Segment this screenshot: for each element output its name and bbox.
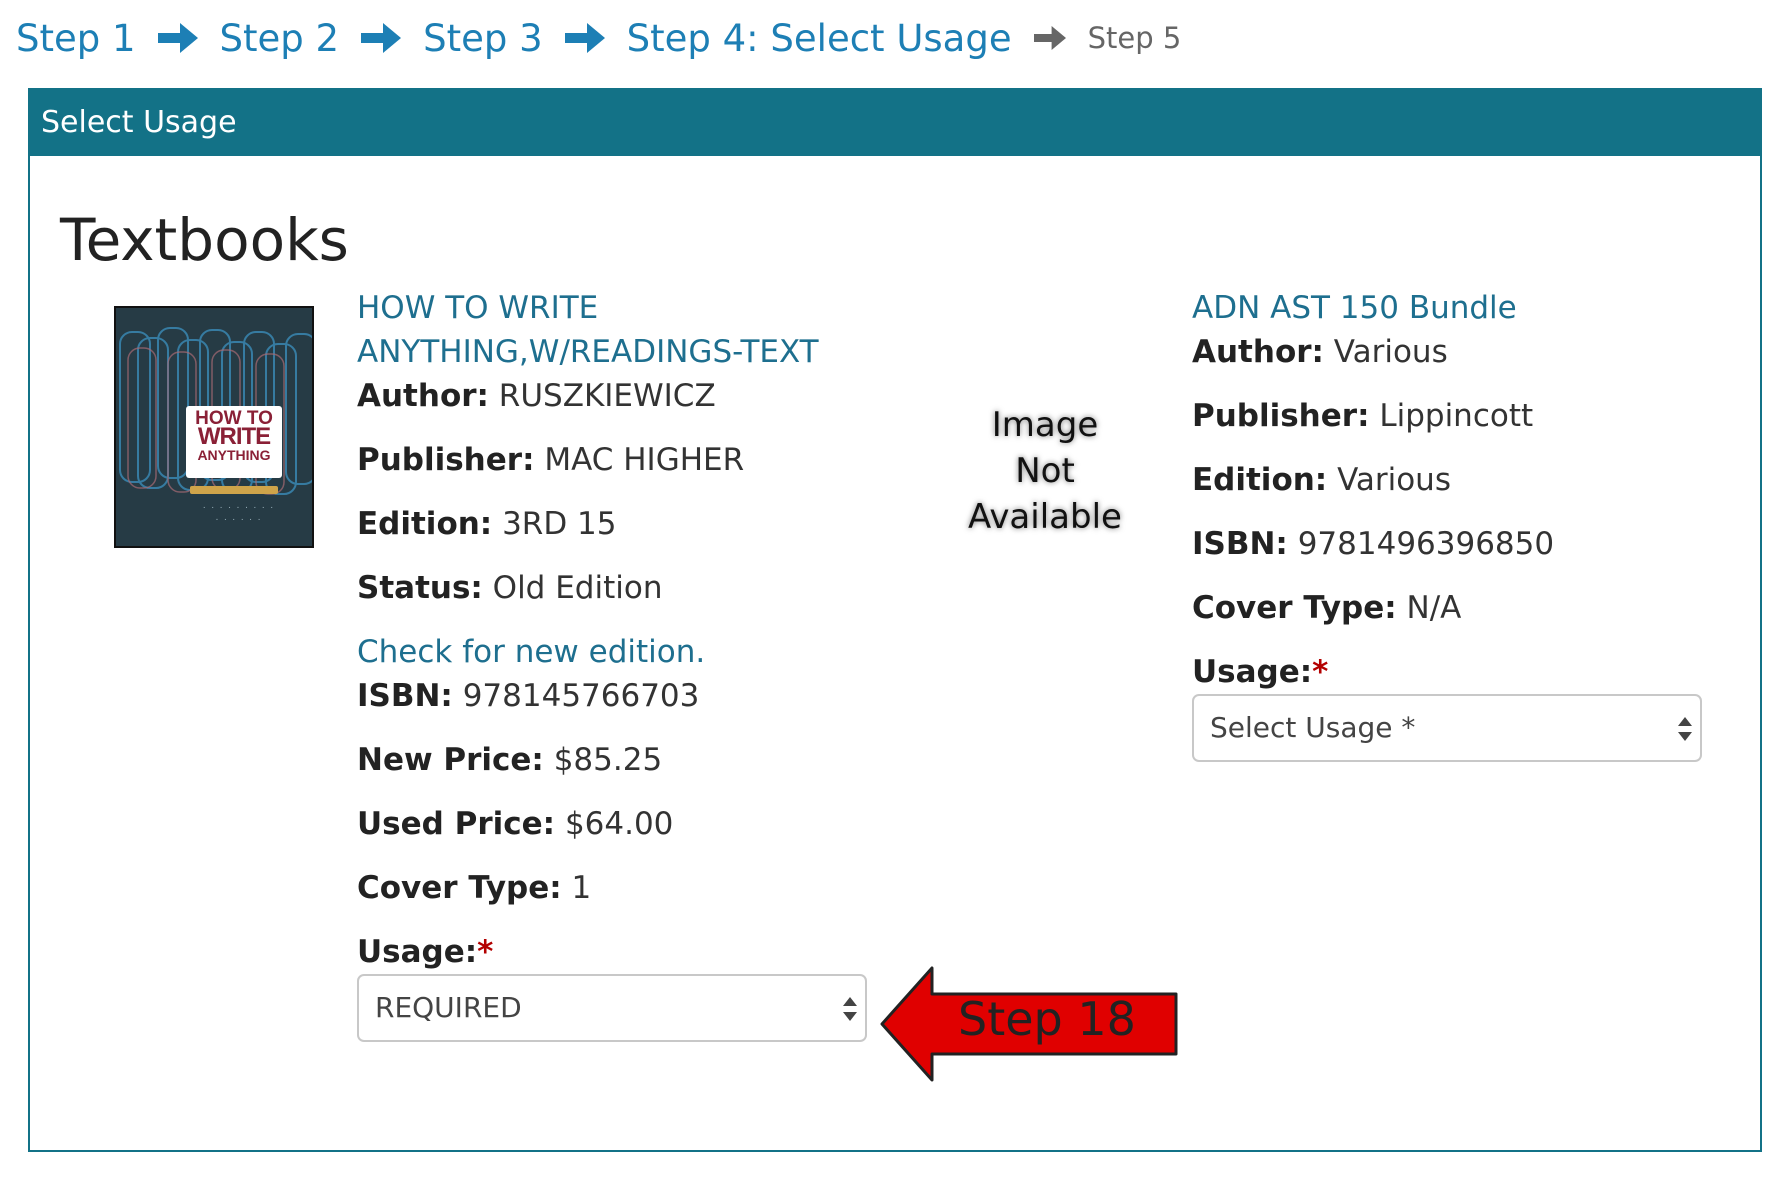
image-not-available-placeholder: Image Not Available bbox=[968, 405, 1122, 537]
required-marker: * bbox=[477, 934, 494, 970]
breadcrumb-step-3[interactable]: Step 3 bbox=[423, 17, 543, 60]
required-marker: * bbox=[1312, 654, 1329, 690]
isbn-field: ISBN: 9781496396850 bbox=[1192, 526, 1555, 562]
book-title-link[interactable]: ADN AST 150 Bundle bbox=[1192, 286, 1752, 330]
book-title-link[interactable]: HOW TO WRITE ANYTHING,W/READINGS-TEXT bbox=[357, 286, 857, 374]
usage-select[interactable]: Select Usage * bbox=[1192, 694, 1702, 762]
usage-select[interactable]: REQUIRED bbox=[357, 974, 867, 1042]
breadcrumb-step-4-current[interactable]: Step 4: Select Usage bbox=[627, 17, 1012, 60]
select-caret-icon bbox=[1678, 717, 1692, 741]
author-field: Author: RUSZKIEWICZ bbox=[357, 378, 716, 414]
new-price-field: New Price: $85.25 bbox=[357, 742, 663, 778]
right-arrow-icon bbox=[564, 23, 605, 53]
cover-authors-graphic: · · · · · · · · · · · · · · · bbox=[202, 504, 274, 524]
book-cover-image: HOW TO WRITE ANYTHING · · · · · · · · · ·… bbox=[114, 306, 314, 548]
right-arrow-icon bbox=[361, 23, 402, 53]
cover-title-label: HOW TO WRITE ANYTHING bbox=[186, 406, 282, 478]
textbook-item-1: HOW TO WRITE ANYTHING,W/READINGS-TEXT Au… bbox=[357, 286, 867, 1042]
author-field: Author: Various bbox=[1192, 334, 1448, 370]
isbn-field: ISBN: 978145766703 bbox=[357, 678, 700, 714]
select-caret-icon bbox=[843, 997, 857, 1021]
section-title: Textbooks bbox=[60, 206, 349, 274]
panel-header: Select Usage bbox=[30, 90, 1760, 156]
cover-subtitle-band bbox=[190, 486, 278, 494]
step-callout-label: Step 18 bbox=[958, 992, 1136, 1046]
usage-label: Usage:* bbox=[1192, 654, 1329, 690]
cover-type-field: Cover Type: 1 bbox=[357, 870, 592, 906]
textbook-item-2: ADN AST 150 Bundle Author: Various Publi… bbox=[1192, 286, 1752, 762]
used-price-field: Used Price: $64.00 bbox=[357, 806, 674, 842]
status-field: Status: Old Edition bbox=[357, 570, 663, 606]
breadcrumb-step-2[interactable]: Step 2 bbox=[220, 17, 340, 60]
publisher-field: Publisher: Lippincott bbox=[1192, 398, 1534, 434]
edition-field: Edition: Various bbox=[1192, 462, 1451, 498]
publisher-field: Publisher: MAC HIGHER bbox=[357, 442, 745, 478]
breadcrumb-step-5: Step 5 bbox=[1087, 21, 1182, 55]
usage-label: Usage:* bbox=[357, 934, 494, 970]
breadcrumb-step-1[interactable]: Step 1 bbox=[16, 17, 136, 60]
right-arrow-icon bbox=[1033, 26, 1066, 50]
breadcrumb: Step 1 Step 2 Step 3 Step 4: Select Usag… bbox=[16, 12, 1181, 64]
check-new-edition-link[interactable]: Check for new edition. bbox=[357, 630, 857, 674]
cover-type-field: Cover Type: N/A bbox=[1192, 590, 1462, 626]
right-arrow-icon bbox=[157, 23, 198, 53]
edition-field: Edition: 3RD 15 bbox=[357, 506, 617, 542]
